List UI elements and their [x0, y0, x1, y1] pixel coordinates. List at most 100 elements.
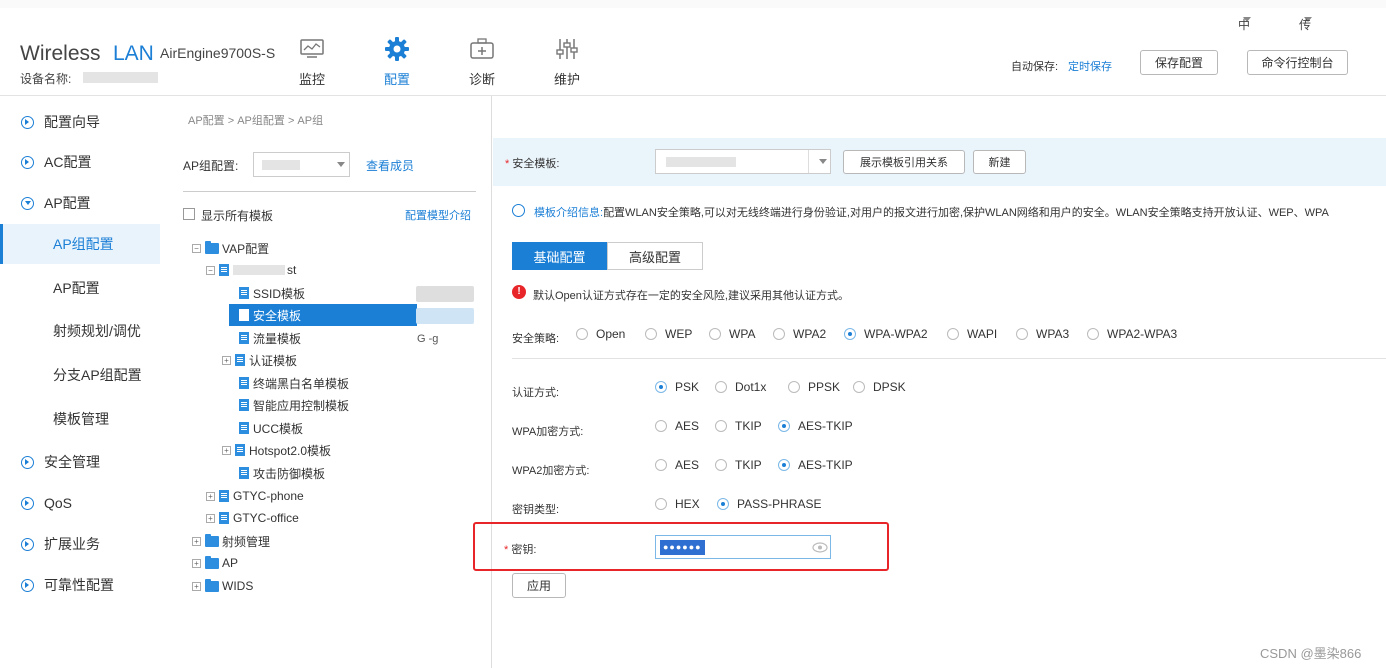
sidebar-item-ap-group-config[interactable]: AP组配置 [0, 224, 160, 264]
tree-node[interactable]: + GTYC-phone [206, 485, 304, 507]
sidebar-item-reliability[interactable]: 可靠性配置 [0, 565, 160, 605]
cli-console-button[interactable]: 命令行控制台 [1247, 50, 1348, 75]
tree-node[interactable]: + 射频管理 [192, 530, 270, 552]
tree-node[interactable]: + Hotspot2.0模板 [222, 439, 331, 461]
sidebar-item-qos[interactable]: QoS [0, 483, 160, 523]
sidebar-item-ac-config[interactable]: AC配置 [0, 142, 160, 182]
sidebar-item-ap-config[interactable]: AP配置 [0, 183, 160, 223]
ap-group-select[interactable] [253, 152, 350, 177]
nav-config[interactable]: 配置 [367, 36, 427, 88]
radio-button[interactable] [576, 328, 588, 340]
expand-icon[interactable]: + [222, 355, 231, 365]
tree-node[interactable]: 流量模板 [239, 327, 301, 349]
sidebar-item-ap-sub-config[interactable]: AP配置 [0, 268, 160, 308]
model-intro-link[interactable]: 配置模型介绍 [405, 207, 471, 223]
autosave-link[interactable]: 定时保存 [1068, 58, 1112, 74]
radio-button[interactable] [645, 328, 657, 340]
sidebar-item-template-mgmt[interactable]: 模板管理 [0, 399, 160, 439]
radio-option[interactable]: PPSK [788, 380, 840, 394]
radio-button[interactable] [853, 381, 865, 393]
show-all-checkbox[interactable] [183, 208, 195, 220]
radio-option[interactable]: WEP [645, 327, 692, 341]
radio-button[interactable] [715, 420, 727, 432]
radio-button[interactable] [655, 459, 667, 471]
radio-option[interactable]: WPA2 [773, 327, 826, 341]
new-template-button[interactable]: 新建 [973, 150, 1026, 174]
tree-node[interactable]: − VAP配置 [192, 237, 269, 259]
radio-option[interactable]: AES [655, 419, 699, 433]
expand-icon[interactable]: + [222, 445, 231, 455]
radio-button[interactable] [1016, 328, 1028, 340]
radio-option[interactable]: WPA-WPA2 [844, 327, 928, 341]
expand-icon[interactable]: + [192, 536, 201, 546]
radio-option[interactable]: WPA2-WPA3 [1087, 327, 1177, 341]
expand-icon[interactable]: + [192, 558, 201, 568]
collapse-icon[interactable]: − [192, 243, 201, 253]
radio-option[interactable]: PSK [655, 380, 699, 394]
radio-option[interactable]: TKIP [715, 419, 762, 433]
expand-icon[interactable]: + [192, 581, 201, 591]
view-members-link[interactable]: 查看成员 [366, 157, 414, 174]
radio-option[interactable]: PASS-PHRASE [717, 497, 821, 511]
tree-node[interactable]: − st [206, 259, 296, 281]
radio-option[interactable]: Open [576, 327, 625, 341]
redacted-value [416, 308, 474, 324]
save-config-button[interactable]: 保存配置 [1140, 50, 1218, 75]
radio-option[interactable]: WAPI [947, 327, 997, 341]
security-template-select[interactable] [655, 149, 831, 174]
radio-button[interactable] [844, 328, 856, 340]
tab-basic-config[interactable]: 基础配置 [512, 242, 607, 270]
radio-option[interactable]: AES [655, 458, 699, 472]
radio-button[interactable] [709, 328, 721, 340]
sidebar-item-security[interactable]: 安全管理 [0, 442, 160, 482]
apply-button[interactable]: 应用 [512, 573, 566, 598]
tree-node[interactable]: 攻击防御模板 [239, 462, 325, 484]
sidebar-item-extended[interactable]: 扩展业务 [0, 524, 160, 564]
radio-option[interactable]: WPA3 [1016, 327, 1069, 341]
expand-icon[interactable]: + [206, 513, 215, 523]
tab-advanced-config[interactable]: 高级配置 [607, 242, 703, 270]
document-icon [239, 422, 249, 434]
tree-node[interactable]: SSID模板 [239, 282, 305, 304]
expand-icon[interactable]: + [206, 491, 215, 501]
radio-button[interactable] [655, 420, 667, 432]
nav-maintain[interactable]: 维护 [537, 36, 597, 88]
radio-option[interactable]: AES-TKIP [778, 458, 853, 472]
language-select[interactable]: 中文 [1238, 12, 1251, 49]
radio-button[interactable] [947, 328, 959, 340]
tree-node[interactable]: 安全模板 [229, 304, 417, 326]
radio-button[interactable] [788, 381, 800, 393]
collapse-icon[interactable]: − [206, 265, 215, 275]
radio-option[interactable]: DPSK [853, 380, 906, 394]
sidebar-item-radio-planning[interactable]: 射频规划/调优 [0, 311, 160, 351]
tree-node[interactable]: + WIDS [192, 575, 253, 597]
sidebar-item-branch-ap-group[interactable]: 分支AP组配置 [0, 355, 160, 395]
tree-node[interactable]: + GTYC-office [206, 507, 299, 529]
tree-node[interactable]: 智能应用控制模板 [239, 394, 349, 416]
radio-button[interactable] [778, 420, 790, 432]
tree-node[interactable]: 终端黑白名单模板 [239, 372, 349, 394]
sidebar-item-wizard[interactable]: 配置向导 [0, 102, 160, 142]
radio-button[interactable] [715, 381, 727, 393]
radio-button[interactable] [1087, 328, 1099, 340]
radio-button[interactable] [778, 459, 790, 471]
radio-button[interactable] [655, 498, 667, 510]
radio-option[interactable]: TKIP [715, 458, 762, 472]
tree-node[interactable]: UCC模板 [239, 417, 303, 439]
radio-button[interactable] [655, 381, 667, 393]
radio-button[interactable] [717, 498, 729, 510]
nav-monitor[interactable]: 监控 [282, 36, 342, 88]
radio-option[interactable]: AES-TKIP [778, 419, 853, 433]
radio-option[interactable]: WPA [709, 327, 755, 341]
radio-button[interactable] [773, 328, 785, 340]
nav-diagnose[interactable]: 诊断 [452, 36, 512, 88]
radio-button[interactable] [715, 459, 727, 471]
show-refs-button[interactable]: 展示模板引用关系 [843, 150, 965, 174]
radio-option[interactable]: HEX [655, 497, 700, 511]
play-circle-icon [21, 578, 34, 592]
mode-select[interactable]: 传统模式 [1299, 12, 1312, 83]
divider [183, 191, 476, 192]
tree-node[interactable]: + 认证模板 [222, 349, 297, 371]
radio-option[interactable]: Dot1x [715, 380, 766, 394]
tree-node[interactable]: + AP [192, 552, 238, 574]
